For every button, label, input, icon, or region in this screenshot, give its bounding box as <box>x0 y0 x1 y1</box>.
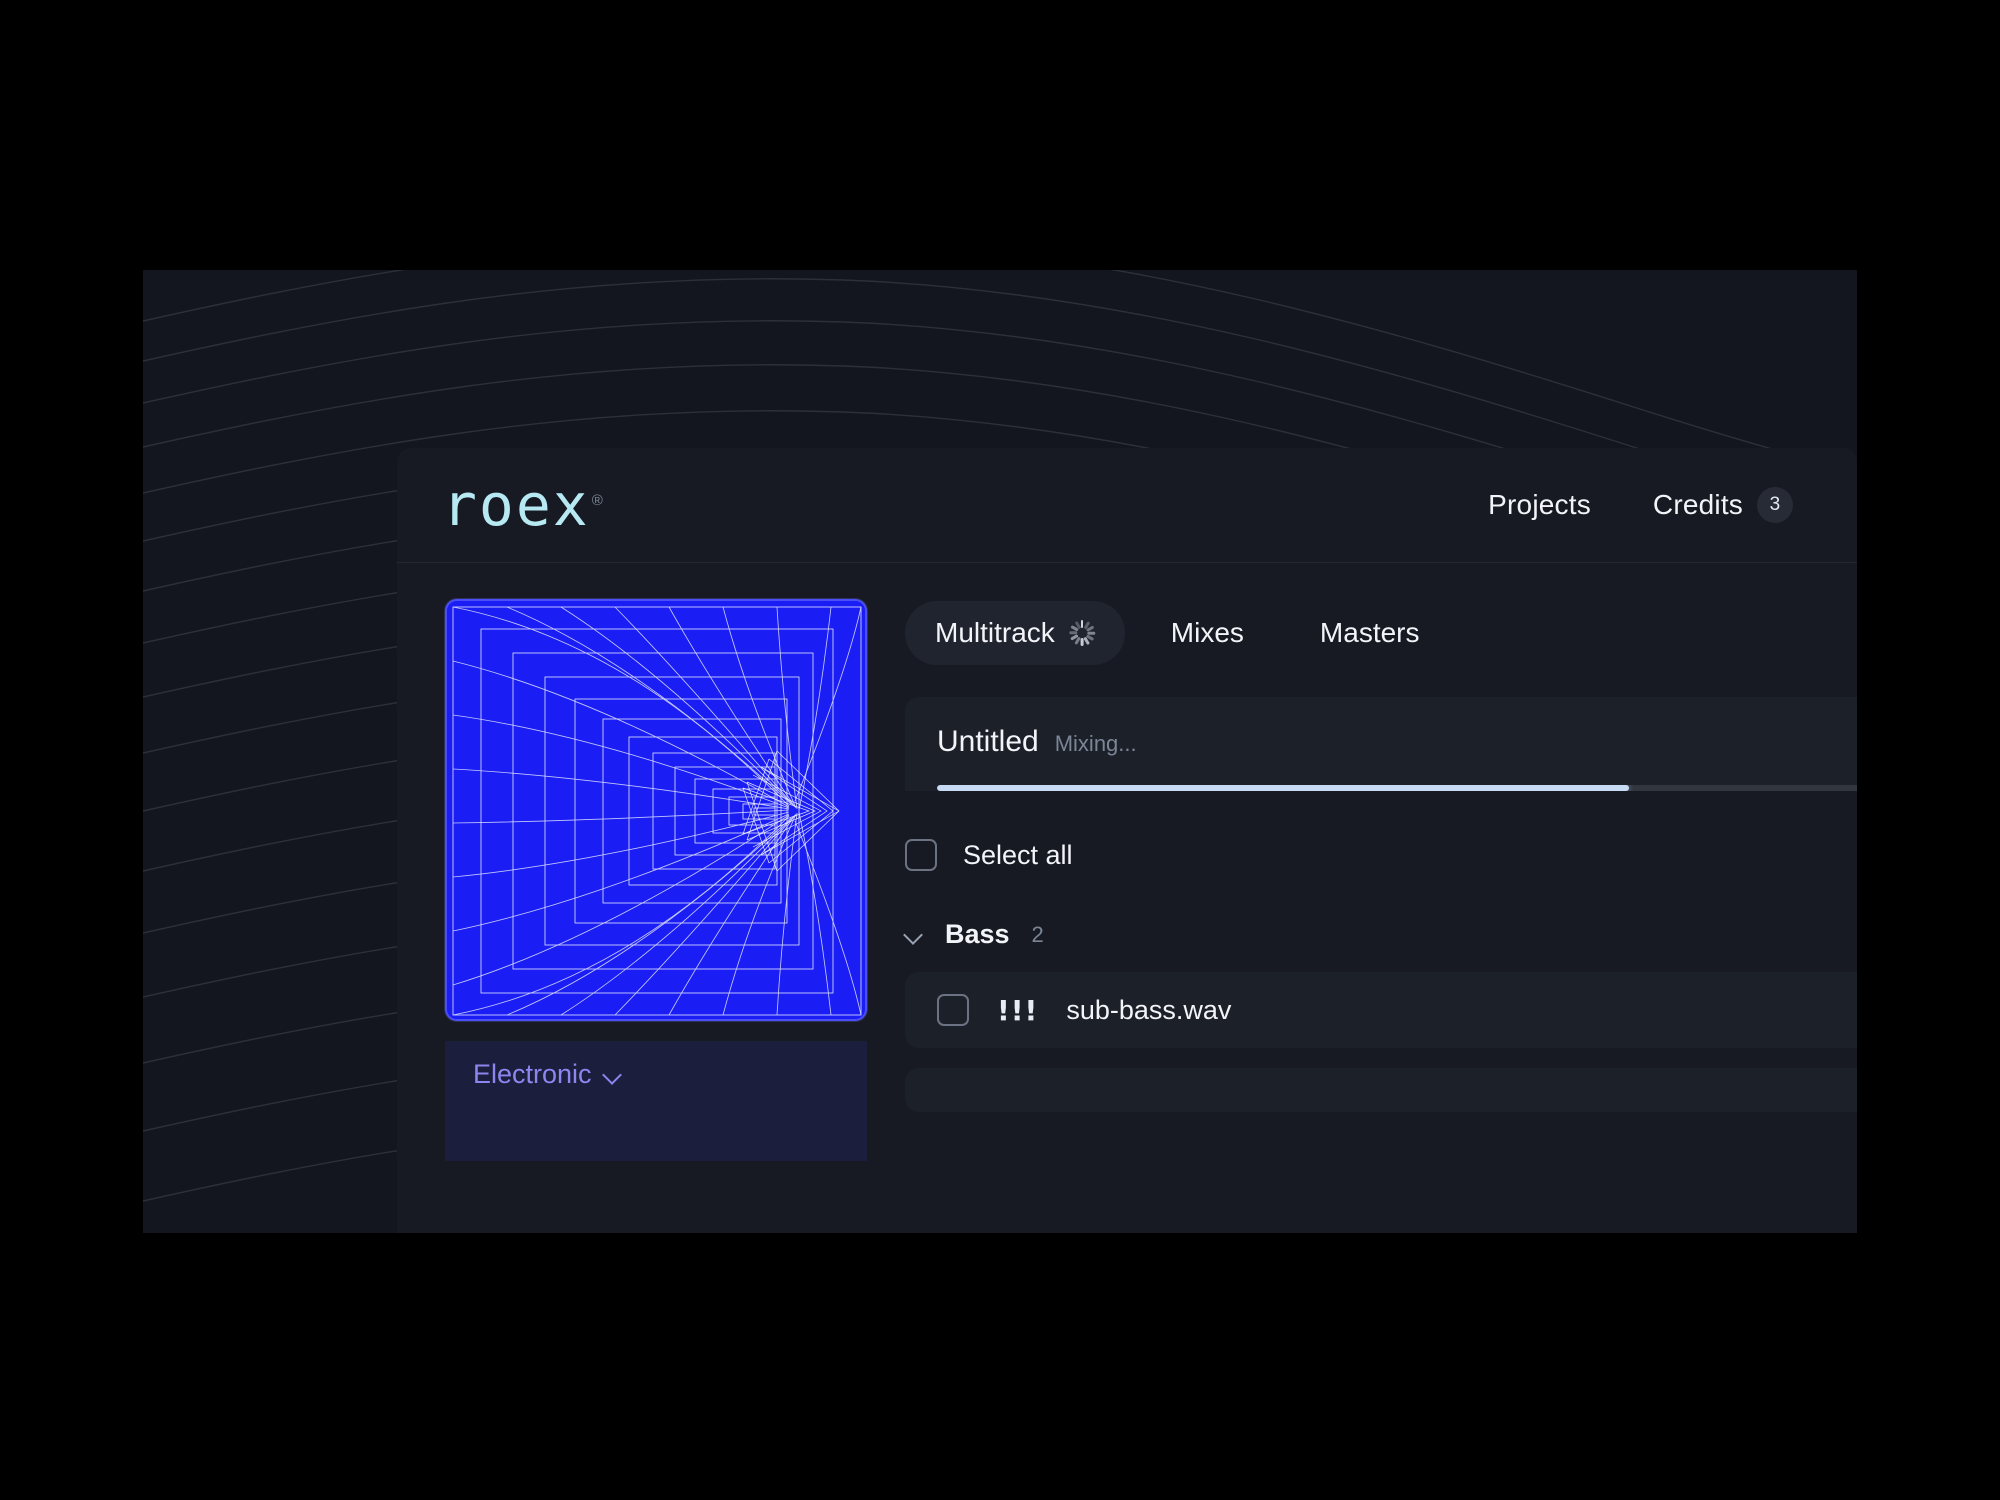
project-card[interactable]: Untitled Mixing... <box>905 697 1857 791</box>
wireframe-tunnel-icon <box>447 601 865 1019</box>
album-artwork[interactable] <box>445 599 867 1021</box>
chevron-down-icon[interactable] <box>905 926 923 944</box>
header-nav: Projects Credits 3 <box>1488 487 1857 523</box>
nav-credits[interactable]: Credits 3 <box>1653 487 1793 523</box>
tab-mixes-label: Mixes <box>1170 617 1244 648</box>
artwork-column: Electronic <box>397 563 867 1233</box>
app-viewport: roex ® Projects Credits 3 Electronic Mul… <box>143 270 1857 1233</box>
tab-masters[interactable]: Masters <box>1290 601 1450 665</box>
progress-track <box>937 785 1857 791</box>
tracks-column: Multitrack Mixes Masters Untitled Mixing… <box>857 563 1857 1233</box>
tab-masters-label: Masters <box>1319 617 1420 648</box>
warning-icon: !!! <box>997 993 1039 1027</box>
app-body: Electronic Multitrack Mixes Masters Unti… <box>397 563 1857 1233</box>
spinner-icon <box>1068 620 1095 646</box>
project-name: Untitled <box>937 725 1039 758</box>
genre-panel: Electronic <box>445 1041 867 1161</box>
project-title-row: Untitled Mixing... <box>937 725 1857 759</box>
artwork-card: Electronic <box>445 599 867 1161</box>
nav-projects[interactable]: Projects <box>1488 489 1591 521</box>
app-panel: roex ® Projects Credits 3 Electronic Mul… <box>397 448 1857 1233</box>
tab-multitrack-label: Multitrack <box>935 617 1055 648</box>
select-all-checkbox[interactable] <box>905 839 937 871</box>
genre-label: Electronic <box>473 1059 592 1089</box>
credits-badge: 3 <box>1757 487 1793 523</box>
registered-trademark-icon: ® <box>591 491 605 509</box>
track-filename: sub-bass.wav <box>1066 994 1232 1025</box>
group-count: 2 <box>1031 921 1044 947</box>
app-header: roex ® Projects Credits 3 <box>397 448 1857 563</box>
track-row[interactable]: !!! sub-bass.wav <box>905 972 1857 1048</box>
screenshot-stage: roex ® Projects Credits 3 Electronic Mul… <box>0 0 2000 1500</box>
project-status: Mixing... <box>1054 731 1137 756</box>
track-checkbox[interactable] <box>937 994 969 1026</box>
brand-wordmark: roex <box>442 471 590 539</box>
tab-mixes[interactable]: Mixes <box>1141 601 1274 665</box>
track-row[interactable] <box>905 1068 1857 1112</box>
group-header-bass[interactable]: Bass 2 <box>905 919 1857 950</box>
tab-multitrack[interactable]: Multitrack <box>905 601 1125 665</box>
chevron-down-icon <box>604 1066 622 1084</box>
group-name: Bass <box>945 919 1010 949</box>
tab-bar: Multitrack Mixes Masters <box>905 601 1857 665</box>
genre-dropdown[interactable]: Electronic <box>473 1059 622 1090</box>
progress-fill <box>937 785 1629 791</box>
roex-logo[interactable]: roex ® <box>442 476 605 534</box>
select-all-row[interactable]: Select all <box>905 839 1857 871</box>
nav-projects-label: Projects <box>1488 489 1591 520</box>
select-all-label: Select all <box>963 839 1073 870</box>
nav-credits-label: Credits <box>1652 489 1743 520</box>
